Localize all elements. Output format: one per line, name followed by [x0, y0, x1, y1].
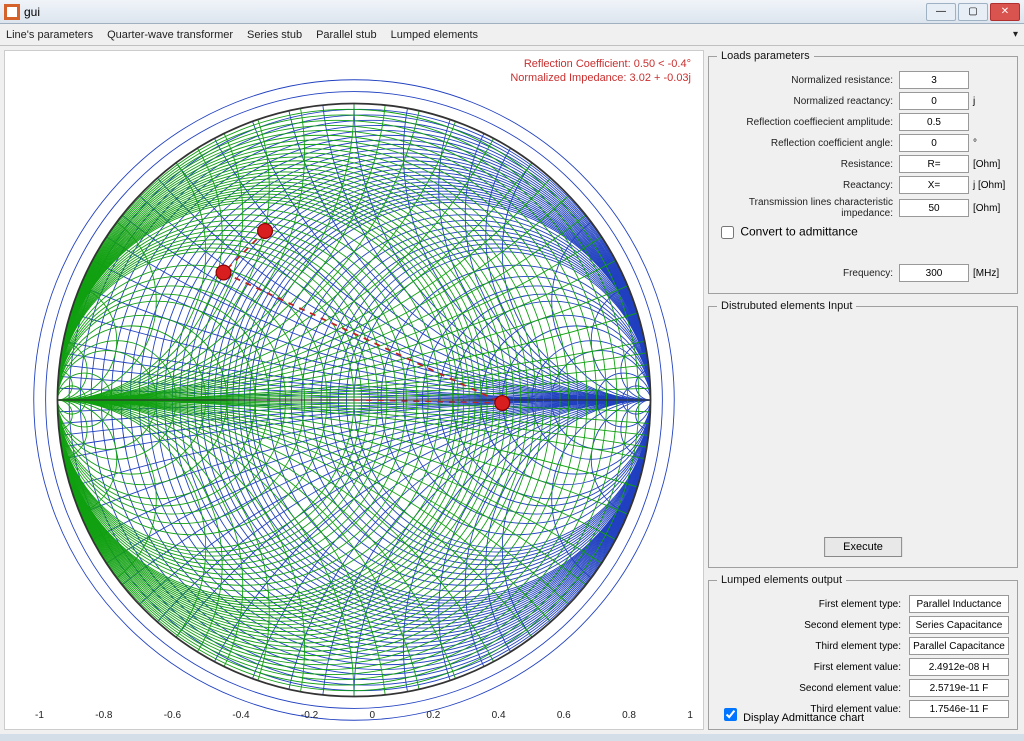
x-tick: 0.8: [622, 710, 636, 721]
loads-legend: Loads parameters: [717, 50, 814, 62]
menu-toggle-icon[interactable]: ▾: [1013, 29, 1018, 40]
menu-lines-parameters[interactable]: Line's parameters: [6, 29, 93, 41]
label-nr: Normalized resistance:: [717, 75, 899, 86]
unit-rcg: °: [969, 138, 1009, 149]
input-normalized-resistance[interactable]: [899, 71, 969, 89]
label-freq: Frequency:: [717, 268, 899, 279]
display-admittance-row: Display Admittance chart: [720, 705, 864, 724]
maximize-button[interactable]: ▢: [958, 3, 988, 21]
x-tick: 0.6: [557, 710, 571, 721]
row-second-value: Second element value: 2.5719e-11 F: [717, 679, 1009, 697]
row-reactancy: Reactancy: j [Ohm]: [717, 176, 1009, 194]
distributed-legend: Distrubuted elements Input: [717, 300, 856, 312]
menubar: Line's parameters Quarter-wave transform…: [0, 24, 1024, 46]
side-panel: Loads parameters Normalized resistance: …: [706, 46, 1024, 734]
label-rea: Reactancy:: [717, 180, 899, 191]
x-tick: 0.4: [492, 710, 506, 721]
label-nx: Normalized reactancy:: [717, 96, 899, 107]
row-normalized-reactancy: Normalized reactancy: j: [717, 92, 1009, 110]
x-tick: 1: [687, 710, 693, 721]
x-tick: -0.2: [301, 710, 318, 721]
value-third-value: 1.7546e-11 F: [909, 700, 1009, 718]
label-v1: First element value:: [717, 662, 909, 673]
row-refl-angle: Reflection coefficient angle: °: [717, 134, 1009, 152]
row-refl-amplitude: Reflection coeffiecient amplitude:: [717, 113, 1009, 131]
label-display-admittance: Display Admittance chart: [743, 712, 864, 724]
menu-series-stub[interactable]: Series stub: [247, 29, 302, 41]
row-third-type: Third element type: Parallel Capacitance: [717, 637, 1009, 655]
loads-parameters-group: Loads parameters Normalized resistance: …: [708, 50, 1018, 294]
value-second-type: Series Capacitance: [909, 616, 1009, 634]
label-v2: Second element value:: [717, 683, 909, 694]
input-z0[interactable]: [899, 199, 969, 217]
x-tick: -1: [35, 710, 44, 721]
checkbox-convert-admittance[interactable]: [721, 226, 734, 239]
input-refl-angle[interactable]: [899, 134, 969, 152]
value-third-type: Parallel Capacitance: [909, 637, 1009, 655]
x-tick: -0.6: [164, 710, 181, 721]
value-first-value: 2.4912e-08 H: [909, 658, 1009, 676]
label-convert-admittance: Convert to admittance: [740, 225, 857, 239]
row-first-value: First element value: 2.4912e-08 H: [717, 658, 1009, 676]
label-t2: Second element type:: [717, 620, 909, 631]
input-frequency[interactable]: [899, 264, 969, 282]
smith-chart-area: Reflection Coefficient: 0.50 < -0.4° Nor…: [4, 50, 704, 730]
window-controls: — ▢ ✕: [924, 3, 1020, 21]
distributed-elements-group: Distrubuted elements Input Execute: [708, 300, 1018, 568]
execute-button[interactable]: Execute: [824, 537, 902, 557]
minimize-button[interactable]: —: [926, 3, 956, 21]
label-z0: Transmission lines characteristic impeda…: [717, 197, 899, 219]
smith-chart[interactable]: [13, 59, 695, 741]
input-resistance[interactable]: [899, 155, 969, 173]
value-second-value: 2.5719e-11 F: [909, 679, 1009, 697]
row-normalized-resistance: Normalized resistance:: [717, 71, 1009, 89]
menu-lumped-elements[interactable]: Lumped elements: [391, 29, 478, 41]
label-t1: First element type:: [717, 599, 909, 610]
input-normalized-reactancy[interactable]: [899, 92, 969, 110]
app-icon: [4, 4, 20, 20]
row-first-type: First element type: Parallel Inductance: [717, 595, 1009, 613]
menu-parallel-stub[interactable]: Parallel stub: [316, 29, 377, 41]
row-second-type: Second element type: Series Capacitance: [717, 616, 1009, 634]
titlebar: gui — ▢ ✕: [0, 0, 1024, 24]
label-rca: Reflection coeffiecient amplitude:: [717, 117, 899, 128]
unit-res: [Ohm]: [969, 159, 1009, 170]
x-tick: 0: [369, 710, 375, 721]
label-t3: Third element type:: [717, 641, 909, 652]
x-tick: -0.4: [232, 710, 249, 721]
lumped-legend: Lumped elements output: [717, 574, 846, 586]
value-first-type: Parallel Inductance: [909, 595, 1009, 613]
row-resistance: Resistance: [Ohm]: [717, 155, 1009, 173]
window-title: gui: [24, 5, 40, 19]
menu-quarter-wave[interactable]: Quarter-wave transformer: [107, 29, 233, 41]
checkbox-display-admittance[interactable]: [724, 708, 737, 721]
x-axis-ticks: -1 -0.8 -0.6 -0.4 -0.2 0 0.2 0.4 0.6 0.8 1: [35, 710, 693, 721]
label-rcg: Reflection coefficient angle:: [717, 138, 899, 149]
unit-nx: j: [969, 96, 1009, 107]
unit-z0: [Ohm]: [969, 203, 1009, 214]
input-reactancy[interactable]: [899, 176, 969, 194]
row-z0: Transmission lines characteristic impeda…: [717, 197, 1009, 219]
unit-rea: j [Ohm]: [969, 180, 1009, 191]
row-convert-admittance: Convert to admittance: [717, 223, 1009, 242]
input-refl-amplitude[interactable]: [899, 113, 969, 131]
x-tick: 0.2: [426, 710, 440, 721]
content: Reflection Coefficient: 0.50 < -0.4° Nor…: [0, 46, 1024, 734]
x-tick: -0.8: [95, 710, 112, 721]
close-button[interactable]: ✕: [990, 3, 1020, 21]
row-frequency: Frequency: [MHz]: [717, 264, 1009, 282]
label-res: Resistance:: [717, 159, 899, 170]
unit-freq: [MHz]: [969, 268, 1009, 279]
